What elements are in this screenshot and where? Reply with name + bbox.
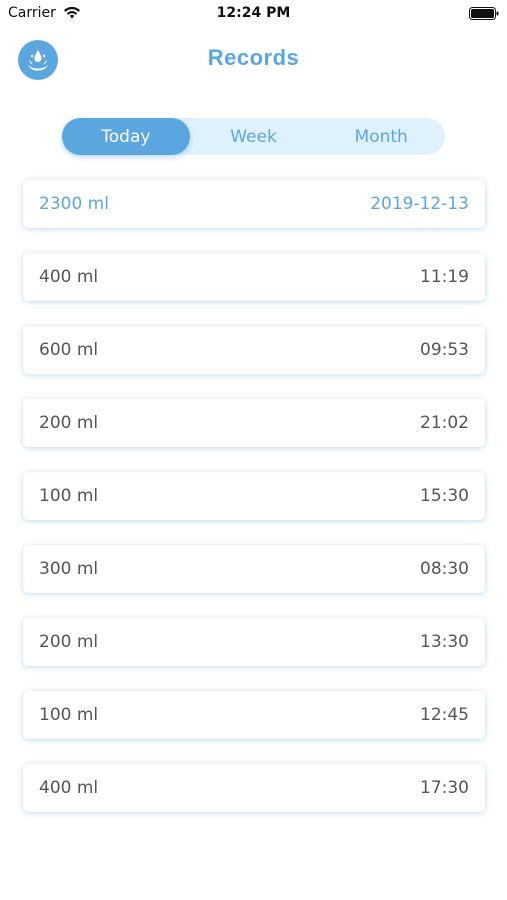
summary-row: 2300 ml 2019-12-13 bbox=[23, 180, 485, 228]
record-time: 21:02 bbox=[420, 413, 469, 433]
record-amount: 400 ml bbox=[39, 778, 99, 798]
record-row[interactable]: 100 ml 12:45 bbox=[23, 691, 485, 739]
record-time: 11:19 bbox=[420, 267, 469, 287]
record-amount: 400 ml bbox=[39, 267, 99, 287]
record-row[interactable]: 200 ml 21:02 bbox=[23, 399, 485, 447]
record-row[interactable]: 400 ml 11:19 bbox=[23, 253, 485, 301]
tab-month[interactable]: Month bbox=[317, 118, 445, 155]
record-time: 09:53 bbox=[420, 340, 469, 360]
record-amount: 200 ml bbox=[39, 632, 99, 652]
status-time: 12:24 PM bbox=[216, 5, 291, 21]
record-amount: 100 ml bbox=[39, 705, 99, 725]
tab-today[interactable]: Today bbox=[62, 118, 190, 155]
record-time: 17:30 bbox=[420, 778, 469, 798]
record-time: 13:30 bbox=[420, 632, 469, 652]
record-time: 15:30 bbox=[420, 486, 469, 506]
period-segmented-control: Today Week Month bbox=[62, 118, 445, 155]
record-amount: 600 ml bbox=[39, 340, 99, 360]
record-row[interactable]: 300 ml 08:30 bbox=[23, 545, 485, 593]
status-bar: Carrier 12:24 PM bbox=[0, 0, 507, 28]
record-amount: 300 ml bbox=[39, 559, 99, 579]
battery-icon bbox=[469, 7, 499, 20]
record-row[interactable]: 100 ml 15:30 bbox=[23, 472, 485, 520]
records-list: 2300 ml 2019-12-13 400 ml 11:19 600 ml 0… bbox=[23, 180, 485, 837]
summary-date: 2019-12-13 bbox=[370, 194, 469, 214]
record-time: 08:30 bbox=[420, 559, 469, 579]
page-title: Records bbox=[207, 45, 300, 70]
record-row[interactable]: 200 ml 13:30 bbox=[23, 618, 485, 666]
record-time: 12:45 bbox=[420, 705, 469, 725]
record-row[interactable]: 400 ml 17:30 bbox=[23, 764, 485, 812]
record-amount: 100 ml bbox=[39, 486, 99, 506]
summary-total-amount: 2300 ml bbox=[39, 194, 109, 214]
tab-week[interactable]: Week bbox=[190, 118, 318, 155]
record-row[interactable]: 600 ml 09:53 bbox=[23, 326, 485, 374]
record-amount: 200 ml bbox=[39, 413, 99, 433]
